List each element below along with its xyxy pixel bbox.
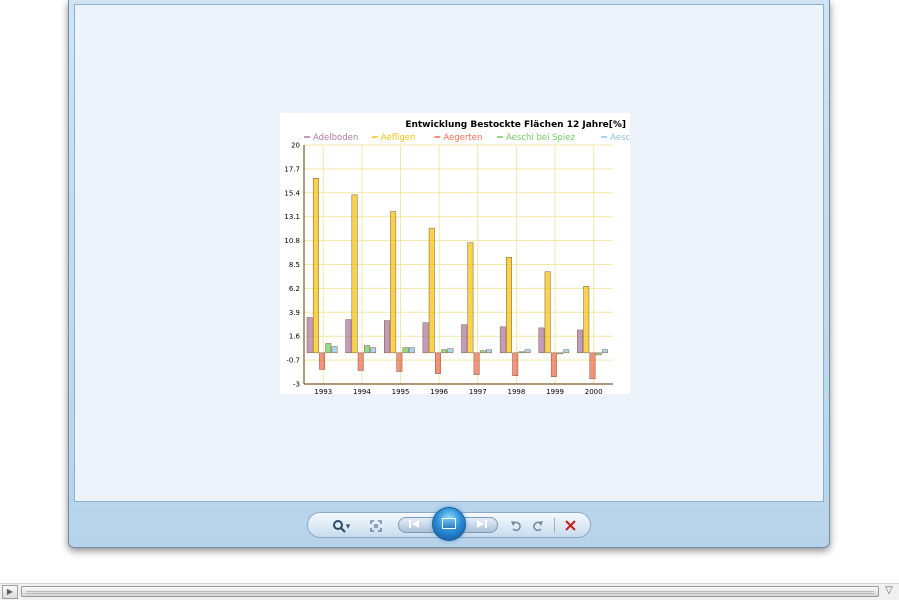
- legend-entry: Aegerten: [443, 133, 482, 143]
- bar-aeschlen: [524, 349, 531, 354]
- slideshow-button[interactable]: [432, 507, 466, 541]
- scroll-thumb[interactable]: [21, 586, 879, 597]
- bar-adelboden: [306, 317, 313, 354]
- chart-title: Entwicklung Bestockte Flächen 12 Jahre[%…: [405, 120, 626, 130]
- image-display-area[interactable]: Entwicklung Bestockte Flächen 12 Jahre[%…: [74, 4, 824, 502]
- rotate-clockwise-icon: [533, 520, 543, 531]
- y-tick-label: 20: [291, 142, 300, 150]
- bar-adelboden: [499, 326, 506, 354]
- x-tick-label: 2000: [585, 388, 603, 394]
- bar-aeschi-bei-spiez: [557, 352, 564, 355]
- legend-entry: Adelboden: [313, 133, 358, 143]
- bar-aeschi-bei-spiez: [441, 349, 448, 354]
- bar-aegerten: [396, 352, 403, 372]
- bar-aeschlen: [408, 347, 415, 354]
- bar-aegerten: [435, 352, 441, 374]
- bar-aeschlen: [563, 349, 570, 354]
- x-tick-label: 1996: [430, 388, 448, 394]
- rotate-counterclockwise-button[interactable]: [508, 516, 524, 534]
- zoom-dropdown-icon: ▾: [345, 522, 351, 532]
- bar-chart: Entwicklung Bestockte Flächen 12 Jahre[%…: [284, 120, 630, 394]
- toolbar-separator: [554, 518, 555, 533]
- legend-entry: Aeschi bei Spiez: [506, 133, 576, 143]
- x-tick-label: 1993: [314, 388, 332, 394]
- y-tick-label: 8.5: [289, 261, 300, 269]
- bar-adelboden: [345, 319, 352, 354]
- bar-aegerten: [357, 352, 364, 371]
- chart-image: Entwicklung Bestockte Flächen 12 Jahre[%…: [280, 113, 630, 394]
- rotate-counterclockwise-icon: [511, 520, 521, 531]
- bar-aeschi-bei-spiez: [518, 351, 525, 354]
- bar-aeschlen: [447, 348, 454, 354]
- magnifier-icon: [332, 519, 346, 533]
- rotate-clockwise-button[interactable]: [530, 516, 546, 534]
- previous-icon: [409, 520, 419, 528]
- bar-aegerten: [473, 352, 480, 375]
- scroll-left-button[interactable]: ▶: [2, 585, 18, 599]
- bar-aefligen: [351, 194, 358, 354]
- bar-aeschi-bei-spiez: [402, 347, 409, 354]
- bar-aefligen: [312, 178, 319, 354]
- bar-aegerten: [550, 352, 557, 377]
- bar-adelboden: [461, 324, 468, 354]
- scroll-arrow-icon: ▽: [885, 585, 893, 596]
- y-tick-label: -0.7: [286, 357, 300, 365]
- bar-adelboden: [577, 329, 584, 354]
- delete-button[interactable]: [562, 516, 578, 534]
- x-tick-label: 1998: [508, 388, 526, 394]
- x-tick-label: 1995: [392, 388, 410, 394]
- bar-aeschlen: [331, 346, 338, 354]
- y-tick-label: 1.6: [289, 333, 301, 341]
- bar-aefligen: [390, 211, 397, 354]
- scroll-right-button[interactable]: ▽: [881, 585, 897, 599]
- legend-entry: Aeschlen: [610, 133, 630, 143]
- photo-viewer-window: Entwicklung Bestockte Flächen 12 Jahre[%…: [68, 0, 830, 548]
- bar-aeschi-bei-spiez: [325, 343, 332, 354]
- slideshow-icon: [442, 518, 456, 529]
- y-tick-label: 6.2: [289, 285, 300, 293]
- bar-aefligen: [544, 271, 551, 354]
- fit-to-window-button[interactable]: [368, 516, 384, 534]
- x-tick-label: 1994: [353, 388, 371, 394]
- next-icon: [477, 520, 487, 528]
- x-tick-label: 1999: [546, 388, 564, 394]
- horizontal-scrollbar[interactable]: ▶ ▽: [0, 583, 899, 600]
- bar-aeschi-bei-spiez: [595, 352, 602, 356]
- bar-aefligen: [583, 286, 590, 354]
- bar-aegerten: [319, 352, 326, 370]
- bar-aeschi-bei-spiez: [363, 345, 370, 354]
- zoom-button[interactable]: ▾: [328, 516, 354, 534]
- bar-aeschlen: [486, 349, 492, 354]
- bar-aeschlen: [601, 349, 608, 354]
- bar-adelboden: [422, 322, 429, 354]
- bar-adelboden: [538, 327, 545, 354]
- bar-adelboden: [384, 320, 390, 354]
- next-button[interactable]: [475, 516, 489, 534]
- bar-aefligen: [467, 242, 474, 354]
- y-tick-label: 3.9: [289, 309, 300, 317]
- previous-button[interactable]: [407, 516, 421, 534]
- x-tick-label: 1997: [469, 388, 487, 394]
- y-tick-label: 15.4: [284, 189, 300, 197]
- bar-aeschi-bei-spiez: [479, 350, 486, 354]
- scroll-arrow-icon: ▶: [6, 587, 14, 596]
- bar-aefligen: [428, 227, 435, 354]
- fit-to-window-icon: [370, 519, 382, 532]
- y-tick-label: -3: [293, 381, 300, 389]
- bar-aegerten: [512, 352, 519, 376]
- y-tick-label: 10.8: [284, 237, 300, 245]
- delete-icon: [564, 520, 576, 531]
- viewer-toolbar: ▾: [307, 507, 591, 541]
- bar-aeschlen: [370, 347, 377, 354]
- bar-aegerten: [589, 352, 596, 380]
- y-tick-label: 13.1: [284, 213, 300, 221]
- y-tick-label: 17.7: [284, 165, 300, 173]
- bar-aefligen: [506, 256, 512, 354]
- legend-entry: Aefligen: [381, 133, 416, 143]
